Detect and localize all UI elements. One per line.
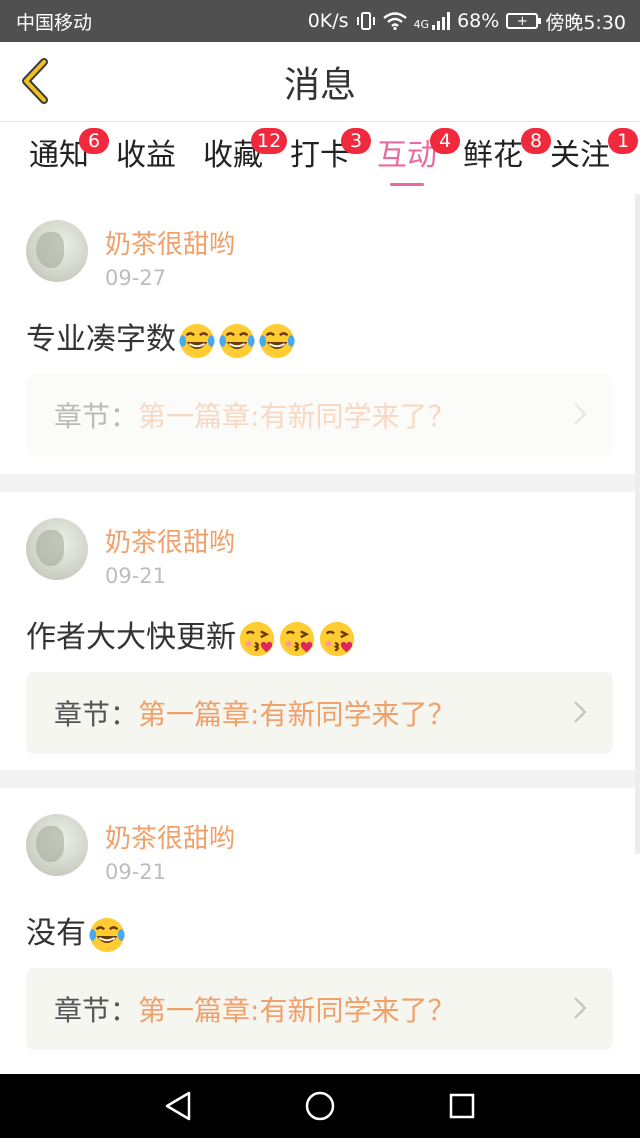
laughing-tears-emoji [219, 323, 255, 358]
tab-checkin[interactable]: 打卡 3 [280, 128, 371, 186]
back-button[interactable] [14, 56, 54, 106]
square-recents-icon [449, 1093, 475, 1119]
chapter-title: 第一篇章:有新同学来了？ [138, 994, 456, 1027]
chapter-link[interactable]: 章节： 第一篇章:有新同学来了？ [26, 374, 613, 456]
nav-back-button[interactable] [158, 1086, 198, 1126]
message-date: 09-21 [105, 564, 167, 588]
wifi-icon [382, 12, 407, 30]
username[interactable]: 奶茶很甜哟 [105, 818, 235, 855]
system-nav-bar [0, 1074, 640, 1138]
page-title: 消息 [283, 65, 356, 106]
network-type: 4G [413, 17, 430, 31]
vibrate-icon [356, 12, 375, 30]
message-card: 奶茶很甜哟 09-21 作者大大快更新 章节： 第一篇章:有新同学来了？ [0, 492, 634, 770]
message-card: 奶茶很甜哟 09-21 没有 章节： 第一篇章:有新同学来了？ [0, 788, 634, 1074]
tab-flowers[interactable]: 鲜花 8 [453, 128, 551, 186]
laughing-tears-emoji [89, 917, 125, 952]
battery-charging-icon: + [506, 13, 542, 29]
comment-body: 没有 [26, 916, 86, 951]
laughing-tears-emoji [259, 323, 295, 358]
comment-body: 作者大大快更新 [26, 620, 236, 655]
chapter-title: 第一篇章:有新同学来了？ [138, 400, 456, 433]
chapter-prefix: 章节： [54, 994, 139, 1027]
chevron-right-icon [574, 403, 587, 425]
card-divider [0, 474, 640, 492]
badge-count: 1 [608, 128, 638, 154]
tab-label: 互动 [377, 138, 437, 173]
tab-label: 收益 [116, 138, 176, 173]
message-date: 09-27 [105, 266, 167, 290]
kissing-heart-emoji [319, 621, 355, 656]
message-feed[interactable]: 奶茶很甜哟 09-27 专业凑字数 章节： 第一篇章:有新同学来了？ 奶茶很甜哟… [0, 194, 640, 1074]
comment-text: 没有 [26, 908, 126, 954]
username[interactable]: 奶茶很甜哟 [105, 522, 235, 559]
tab-earnings[interactable]: 收益 [106, 136, 186, 186]
battery-percent: 68% [457, 10, 500, 32]
message-date: 09-21 [105, 860, 167, 884]
app-header: 消息 [0, 42, 640, 122]
circle-home-icon [305, 1091, 335, 1121]
chapter-link[interactable]: 章节： 第一篇章:有新同学来了？ [26, 968, 613, 1050]
chapter-title: 第一篇章:有新同学来了？ [138, 698, 456, 731]
chevron-right-icon [574, 701, 587, 723]
scrollbar[interactable] [635, 194, 640, 854]
clock: 傍晚5:30 [545, 11, 626, 34]
nav-recents-button[interactable] [442, 1086, 482, 1126]
network-speed: 0K/s [307, 10, 349, 32]
avatar[interactable] [26, 814, 88, 876]
screen: 中国移动 0K/s 4G 68% + 傍晚5:30 消息 通知 6 收益 收藏 … [0, 0, 640, 1138]
message-tabs: 通知 6 收益 收藏 12 打卡 3 互动 4 鲜花 8 关注 1 [0, 122, 640, 194]
avatar[interactable] [26, 518, 88, 580]
username[interactable]: 奶茶很甜哟 [105, 224, 235, 261]
tab-label: 鲜花 [463, 138, 523, 173]
tab-label: 关注 [550, 138, 610, 173]
triangle-back-icon [165, 1091, 191, 1121]
card-divider [0, 770, 640, 788]
tab-notifications[interactable]: 通知 6 [19, 128, 109, 186]
kissing-heart-emoji [239, 621, 275, 656]
status-bar: 中国移动 0K/s 4G 68% + 傍晚5:30 [0, 0, 640, 42]
chapter-prefix: 章节： [54, 400, 139, 433]
status-icons: 0K/s 4G 68% + 傍晚5:30 [308, 8, 626, 35]
avatar[interactable] [26, 220, 88, 282]
signal-icon [432, 12, 451, 30]
comment-text: 作者大大快更新 [26, 612, 356, 658]
comment-text: 专业凑字数 [26, 314, 296, 360]
comment-body: 专业凑字数 [26, 322, 176, 357]
laughing-tears-emoji [179, 323, 215, 358]
carrier-label: 中国移动 [16, 11, 93, 34]
message-card: 奶茶很甜哟 09-27 专业凑字数 章节： 第一篇章:有新同学来了？ [0, 194, 634, 474]
badge-count: 6 [79, 128, 109, 154]
chevron-left-icon [22, 58, 48, 104]
tab-interactions[interactable]: 互动 4 [367, 128, 460, 186]
tab-favorites[interactable]: 收藏 12 [193, 128, 288, 186]
chevron-right-icon [574, 997, 587, 1019]
tab-following[interactable]: 关注 1 [540, 128, 638, 186]
chapter-prefix: 章节： [54, 698, 139, 731]
chapter-link[interactable]: 章节： 第一篇章:有新同学来了？ [26, 672, 613, 754]
nav-home-button[interactable] [300, 1086, 340, 1126]
active-tab-indicator [390, 183, 424, 186]
kissing-heart-emoji [279, 621, 315, 656]
